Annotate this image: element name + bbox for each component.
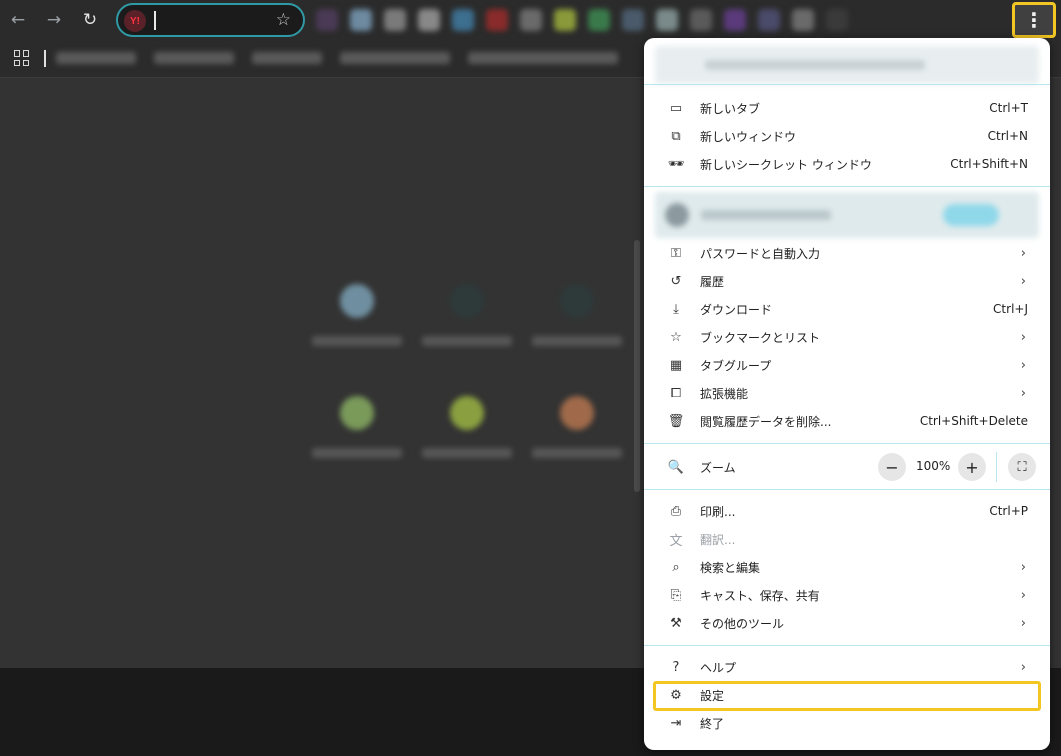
menu-item-zoom: 🔍 ズーム − 100% + ⛶ xyxy=(644,450,1050,484)
menu-item-more-tools[interactable]: ⚒ その他のツール › xyxy=(644,609,1050,637)
tab-strip-blurred xyxy=(316,7,1006,33)
shortcut-tile[interactable] xyxy=(522,276,632,366)
menu-divider xyxy=(644,489,1050,490)
browser-toolbar: ← → ↻ Y! ☆ ⋮ xyxy=(0,0,1061,40)
menu-divider xyxy=(644,645,1050,646)
cast-icon: ⎘ xyxy=(670,587,682,603)
fullscreen-icon: ⛶ xyxy=(1017,459,1027,475)
forward-arrow-icon: → xyxy=(46,10,62,30)
chrome-menu-button[interactable]: ⋮ xyxy=(1012,2,1056,38)
shortcut-tile[interactable] xyxy=(302,276,412,366)
plus-icon: + xyxy=(965,457,979,477)
key-icon: ⚿ xyxy=(671,245,681,261)
zoom-separator xyxy=(996,452,997,482)
zoom-in-button[interactable]: + xyxy=(958,453,986,481)
zoom-level: 100% xyxy=(916,459,951,473)
reload-button[interactable]: ↻ xyxy=(76,6,104,34)
menu-item-clear-browsing-data[interactable]: 🗑 閲覧履歴データを削除... Ctrl+Shift+Delete xyxy=(644,407,1050,435)
help-icon: ? xyxy=(672,659,680,675)
history-icon: ↺ xyxy=(670,273,682,289)
profile-header-blurred[interactable] xyxy=(655,46,1039,84)
back-button[interactable]: ← xyxy=(4,6,32,34)
site-favicon-icon: Y! xyxy=(124,10,146,32)
extension-icon: ⧠ xyxy=(670,385,682,401)
shortcut-tile[interactable] xyxy=(412,276,522,366)
chevron-right-icon: › xyxy=(1020,329,1026,345)
apps-grid-icon[interactable] xyxy=(14,50,30,66)
new-tab-icon: ▭ xyxy=(669,100,683,116)
incognito-icon: 🕶 xyxy=(667,156,685,172)
three-dots-icon: ⋮ xyxy=(1024,8,1044,32)
shortcut-tile[interactable] xyxy=(522,388,632,478)
bookmarks-blurred xyxy=(56,52,618,66)
tab-groups-icon: ▦ xyxy=(669,357,683,373)
trash-icon: 🗑 xyxy=(667,413,685,429)
reload-icon: ↻ xyxy=(82,10,98,30)
menu-item-passwords[interactable]: ⚿ パスワードと自動入力 › xyxy=(644,239,1050,267)
translate-icon: 文 xyxy=(669,533,683,549)
settings-highlight-box xyxy=(653,681,1041,711)
forward-button[interactable]: → xyxy=(40,6,68,34)
new-window-icon: ⧉ xyxy=(671,128,681,144)
account-row-blurred[interactable] xyxy=(655,192,1039,238)
minus-icon: − xyxy=(885,457,899,477)
chevron-right-icon: › xyxy=(1020,559,1026,575)
menu-item-downloads[interactable]: ⤓ ダウンロード Ctrl+J xyxy=(644,295,1050,323)
menu-item-new-window[interactable]: ⧉ 新しいウィンドウ Ctrl+N xyxy=(644,122,1050,150)
menu-divider xyxy=(644,443,1050,444)
address-bar[interactable]: Y! ☆ xyxy=(116,3,305,37)
shortcut-tile[interactable] xyxy=(412,388,522,478)
menu-item-print[interactable]: ⎙ 印刷... Ctrl+P xyxy=(644,497,1050,525)
menu-item-extensions[interactable]: ⧠ 拡張機能 › xyxy=(644,379,1050,407)
zoom-icon: 🔍 xyxy=(667,459,685,475)
chevron-right-icon: › xyxy=(1020,273,1026,289)
chevron-right-icon: › xyxy=(1020,659,1026,675)
chevron-right-icon: › xyxy=(1020,587,1026,603)
menu-divider xyxy=(644,84,1050,85)
bookmark-separator xyxy=(44,50,46,67)
chevron-right-icon: › xyxy=(1020,245,1026,261)
menu-divider xyxy=(644,186,1050,187)
page-scrollbar[interactable] xyxy=(634,240,640,492)
download-icon: ⤓ xyxy=(673,301,679,317)
chevron-right-icon: › xyxy=(1020,385,1026,401)
menu-item-bookmarks[interactable]: ☆ ブックマークとリスト › xyxy=(644,323,1050,351)
exit-icon: ⇥ xyxy=(670,715,682,731)
chrome-main-menu: ▭ 新しいタブ Ctrl+T ⧉ 新しいウィンドウ Ctrl+N 🕶 新しいシー… xyxy=(644,38,1050,750)
star-icon: ☆ xyxy=(670,329,682,345)
search-edit-icon: ⌕ xyxy=(672,559,680,575)
print-icon: ⎙ xyxy=(670,503,682,519)
toolbox-icon: ⚒ xyxy=(670,615,682,631)
menu-item-search-edit[interactable]: ⌕ 検索と編集 › xyxy=(644,553,1050,581)
fullscreen-button[interactable]: ⛶ xyxy=(1008,453,1036,481)
menu-item-translate: 文 翻訳... xyxy=(644,525,1050,553)
chevron-right-icon: › xyxy=(1020,615,1026,631)
menu-item-cast-save-share[interactable]: ⎘ キャスト、保存、共有 › xyxy=(644,581,1050,609)
menu-item-help[interactable]: ? ヘルプ › xyxy=(644,653,1050,681)
menu-item-incognito[interactable]: 🕶 新しいシークレット ウィンドウ Ctrl+Shift+N xyxy=(644,150,1050,178)
shortcut-tile[interactable] xyxy=(302,388,412,478)
text-cursor xyxy=(154,11,156,30)
back-arrow-icon: ← xyxy=(10,10,26,30)
menu-item-new-tab[interactable]: ▭ 新しいタブ Ctrl+T xyxy=(644,94,1050,122)
menu-item-exit[interactable]: ⇥ 終了 xyxy=(644,709,1050,737)
menu-item-tab-groups[interactable]: ▦ タブグループ › xyxy=(644,351,1050,379)
menu-item-history[interactable]: ↺ 履歴 › xyxy=(644,267,1050,295)
bookmark-star-icon[interactable]: ☆ xyxy=(276,10,291,30)
zoom-out-button[interactable]: − xyxy=(878,453,906,481)
chevron-right-icon: › xyxy=(1020,357,1026,373)
